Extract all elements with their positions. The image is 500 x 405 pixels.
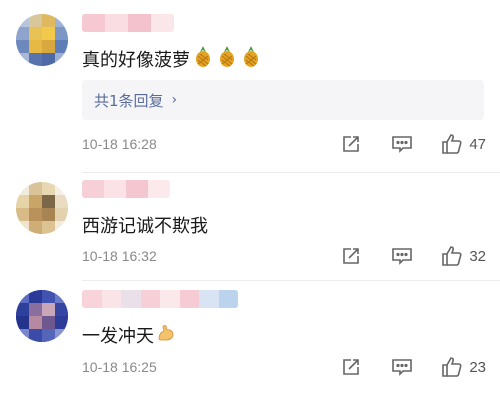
comment-meta: 10-18 16:32 32 <box>82 245 500 267</box>
comment-icon[interactable] <box>391 246 413 266</box>
reply-count-label: 共1条回复 <box>94 91 164 110</box>
avatar[interactable] <box>16 290 68 342</box>
like-button[interactable]: 23 <box>441 356 486 378</box>
like-count: 23 <box>469 358 486 376</box>
thumbs-up-icon <box>441 133 463 155</box>
share-icon[interactable] <box>341 246 361 266</box>
chevron-right-icon: › <box>171 92 178 108</box>
comment-text: 一发冲天 <box>82 322 176 348</box>
comment-actions: 23 <box>341 356 486 378</box>
username-blurred[interactable] <box>82 290 238 308</box>
comment-item-1: 真的好像菠萝 共1条回复 › 10-18 16:28 47 <box>0 0 500 170</box>
avatar[interactable] <box>16 182 68 234</box>
comment-timestamp: 10-18 16:25 <box>82 359 157 375</box>
view-replies-button[interactable]: 共1条回复 › <box>82 80 484 120</box>
like-button[interactable]: 47 <box>441 133 486 155</box>
comment-actions: 32 <box>341 245 486 267</box>
comment-item-3: 一发冲天 10-18 16:25 23 <box>0 280 500 405</box>
pineapple-emoji <box>192 44 214 73</box>
share-icon[interactable] <box>341 357 361 377</box>
like-count: 47 <box>469 135 486 153</box>
thumbs-up-icon <box>441 356 463 378</box>
comment-actions: 47 <box>341 133 486 155</box>
like-button[interactable]: 32 <box>441 245 486 267</box>
flexed-biceps-emoji <box>156 323 176 348</box>
username-blurred[interactable] <box>82 180 170 198</box>
comment-timestamp: 10-18 16:32 <box>82 248 157 264</box>
share-icon[interactable] <box>341 134 361 154</box>
username-blurred[interactable] <box>82 14 174 32</box>
comment-icon[interactable] <box>391 357 413 377</box>
comment-icon[interactable] <box>391 134 413 154</box>
comment-text: 西游记诚不欺我 <box>82 216 208 237</box>
thumbs-up-icon <box>441 245 463 267</box>
comment-text: 真的好像菠萝 <box>82 44 262 73</box>
avatar[interactable] <box>16 14 68 66</box>
pineapple-emoji <box>240 44 262 73</box>
comment-item-2: 西游记诚不欺我 10-18 16:32 32 <box>0 172 500 280</box>
comment-meta: 10-18 16:25 23 <box>82 356 500 378</box>
comment-timestamp: 10-18 16:28 <box>82 136 157 152</box>
like-count: 32 <box>469 247 486 265</box>
pineapple-emoji <box>216 44 238 73</box>
comment-meta: 10-18 16:28 47 <box>82 133 500 155</box>
